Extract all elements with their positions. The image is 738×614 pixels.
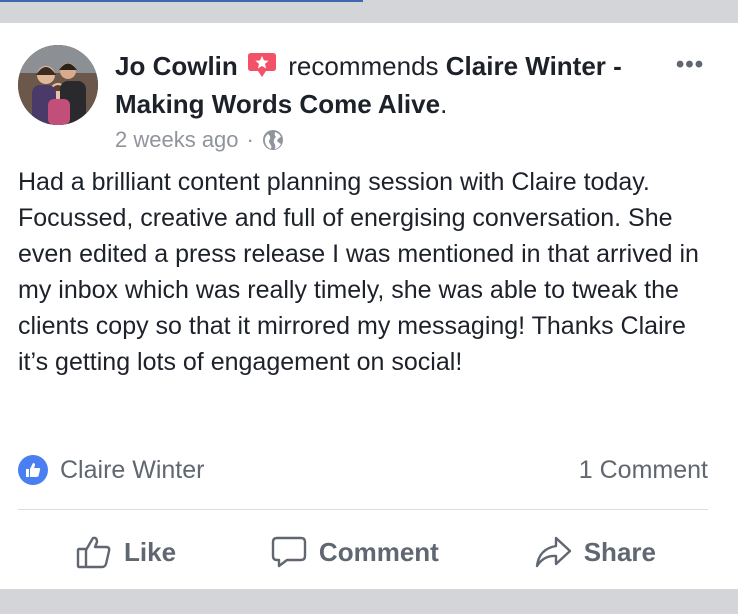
reactions-bar: Claire Winter 1 Comment [18, 452, 708, 488]
post-meta: 2 weeks ago · [115, 125, 284, 155]
like-label: Like [124, 536, 177, 567]
like-button[interactable]: Like [76, 528, 176, 576]
divider [18, 509, 708, 510]
top-accent-bar [0, 0, 363, 2]
liked-by-name[interactable]: Claire Winter [60, 456, 204, 485]
page-name-suffix: . [440, 89, 448, 119]
avatar[interactable] [18, 45, 98, 125]
recommendation-star-icon [247, 51, 277, 87]
comment-label: Comment [318, 536, 439, 567]
comment-icon [271, 535, 307, 569]
post-timestamp[interactable]: 2 weeks ago [115, 125, 239, 155]
globe-icon[interactable] [262, 129, 284, 151]
author-name[interactable]: Jo Cowlin [115, 51, 238, 81]
share-arrow-icon [534, 535, 572, 569]
share-label: Share [583, 536, 656, 567]
likes-summary[interactable]: Claire Winter [18, 455, 204, 485]
meta-separator: · [246, 127, 254, 152]
post-actions: Like Comment Share [18, 528, 708, 576]
comment-button[interactable]: Comment [271, 528, 439, 576]
post-card: Jo Cowlin recommends Claire Winter - Mak… [0, 23, 738, 589]
share-button[interactable]: Share [534, 528, 656, 576]
recommends-verb: recommends [288, 51, 439, 81]
post-body: Had a brilliant content planning session… [18, 168, 699, 376]
thumbs-up-icon [76, 535, 112, 569]
more-options-button[interactable]: ••• [670, 53, 710, 77]
comment-count[interactable]: 1 Comment [579, 456, 708, 485]
like-reaction-icon [18, 455, 48, 485]
post-header: Jo Cowlin recommends Claire Winter - Mak… [115, 49, 660, 121]
